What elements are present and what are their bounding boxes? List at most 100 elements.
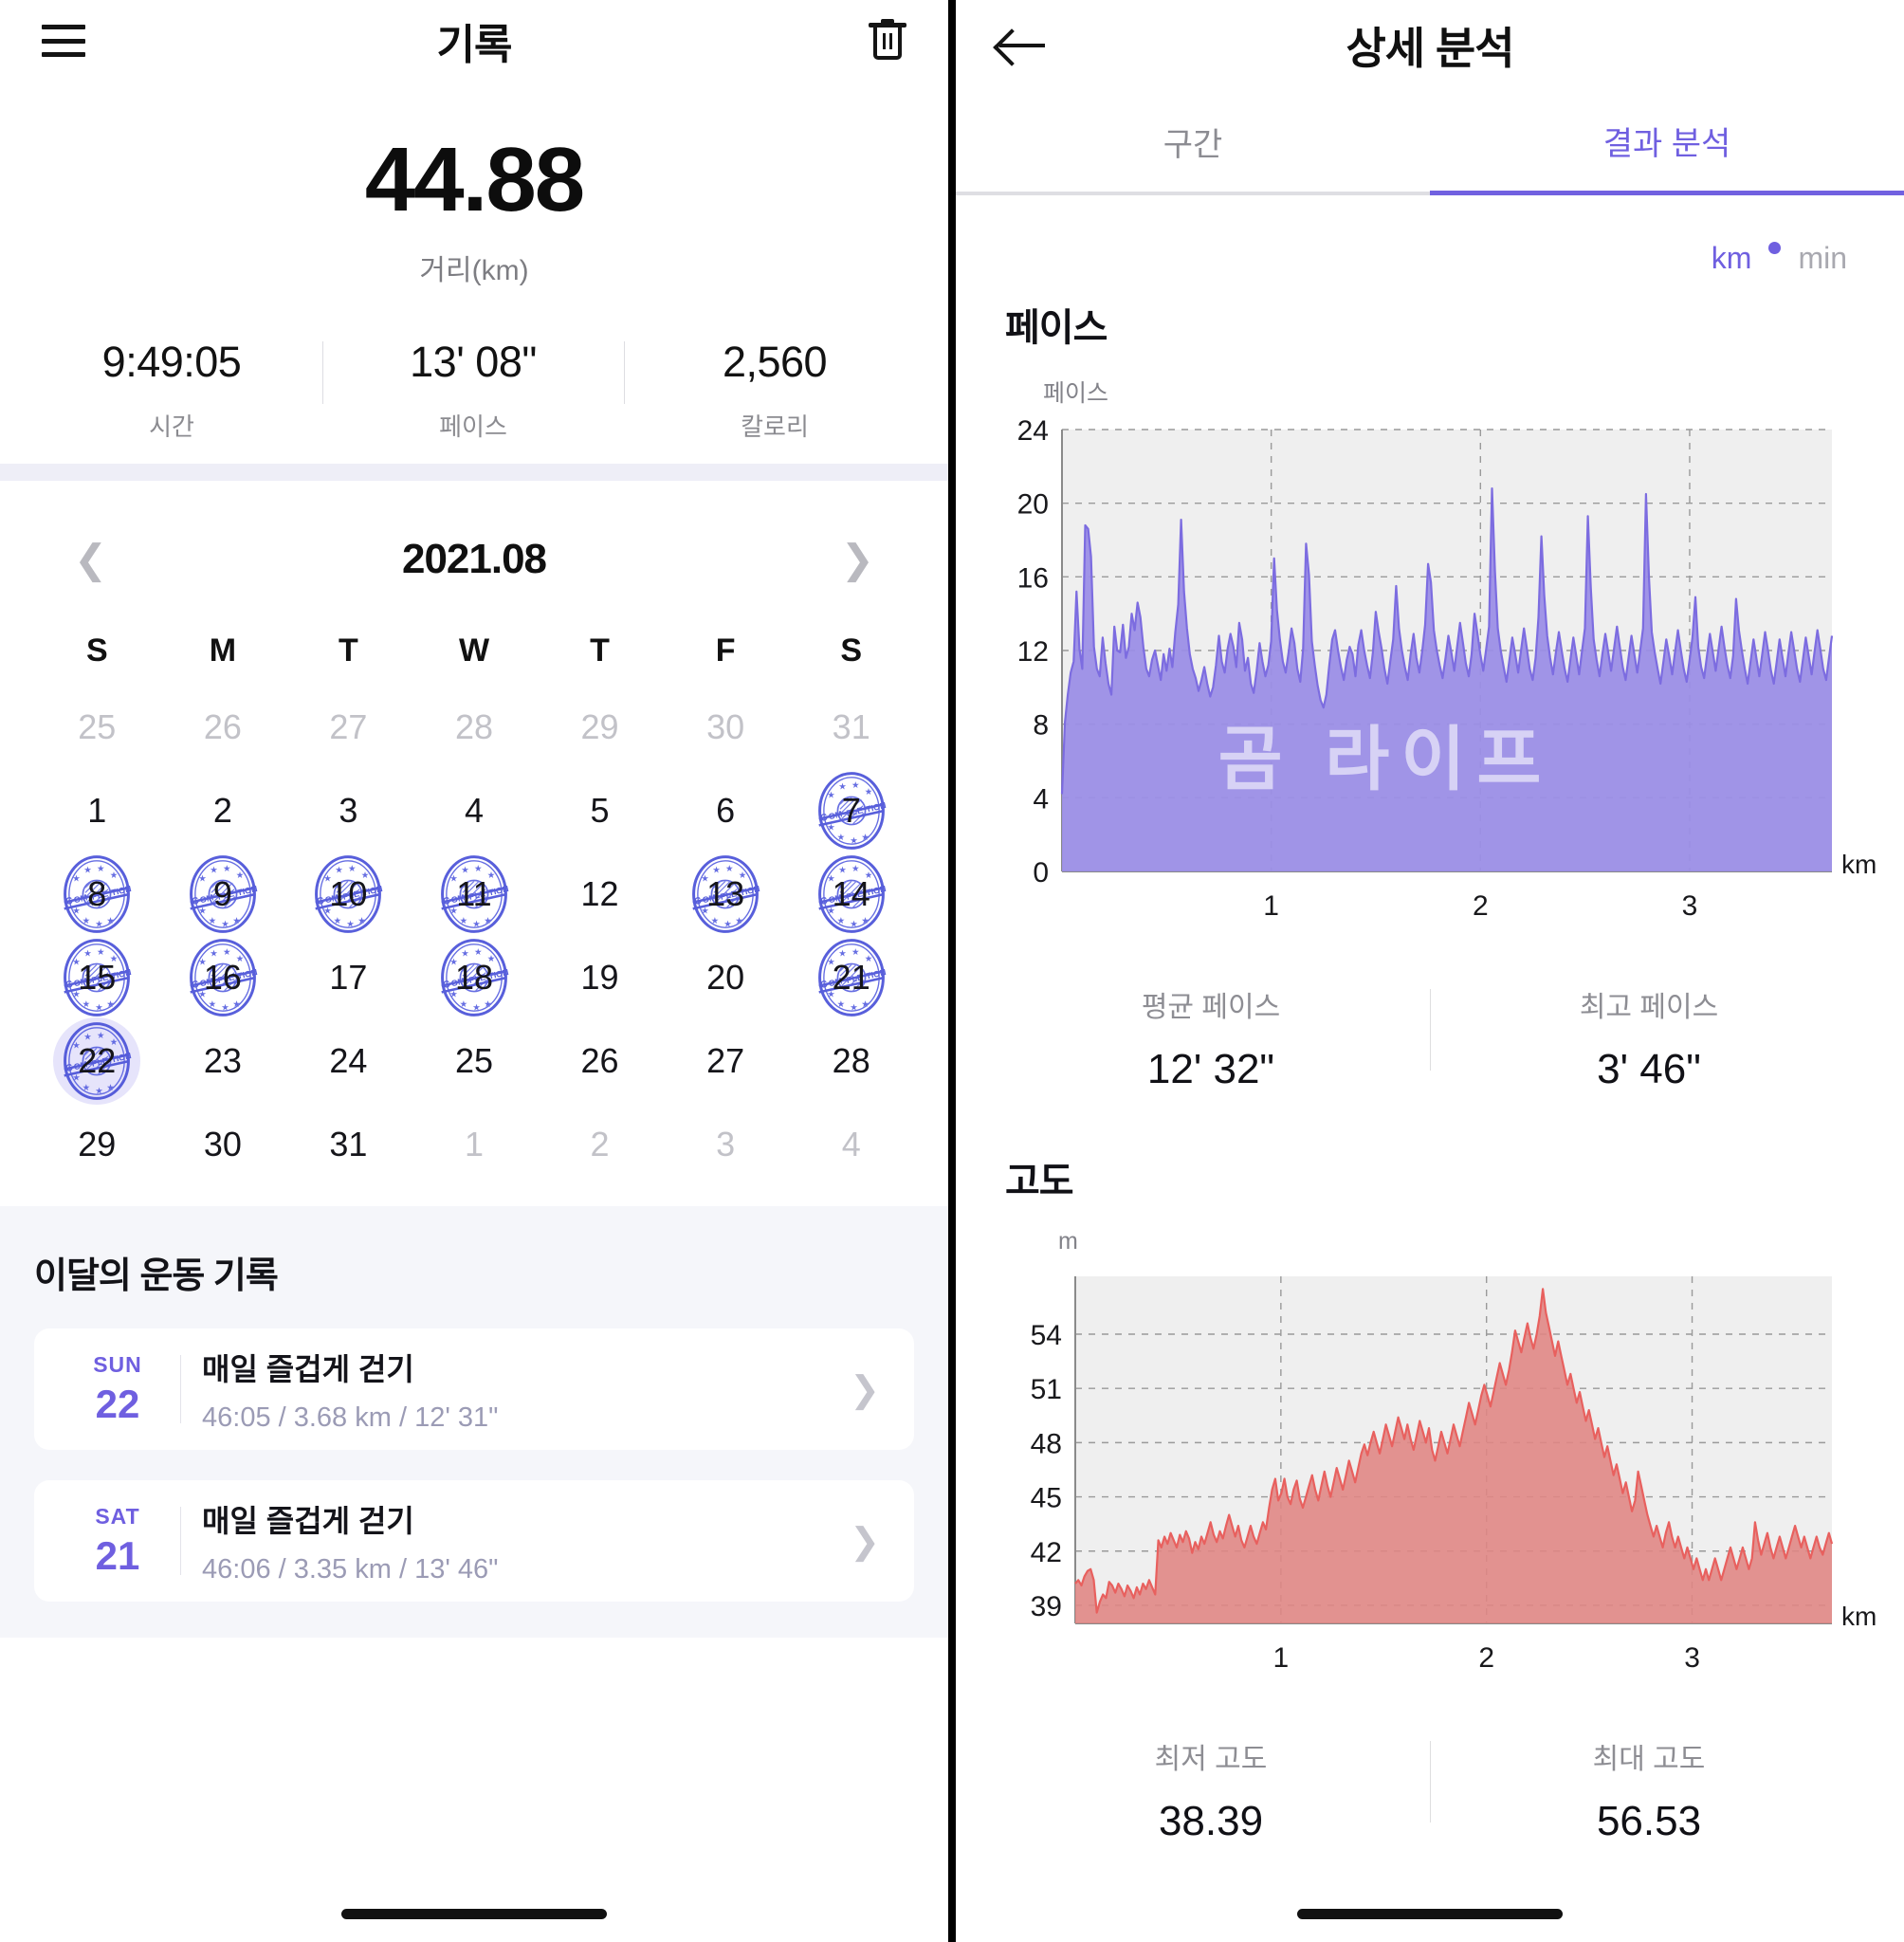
calendar-day-17[interactable]: 17 <box>285 939 412 1017</box>
calendar-day-28[interactable]: 28 <box>788 1022 914 1100</box>
calendar-day-4[interactable]: 4 <box>412 772 538 850</box>
calendar-dow-5: F <box>715 632 736 669</box>
calendar-day-19[interactable]: 19 <box>537 939 663 1017</box>
calendar-day-2[interactable]: 2 <box>537 1106 663 1183</box>
calendar-day-16[interactable]: C OM PLE TION ★ ★ ★ ★ ★ ★ ★ ★ 16 <box>160 939 286 1017</box>
calendar-day-4[interactable]: 4 <box>788 1106 914 1183</box>
svg-text:★: ★ <box>82 915 90 925</box>
calendar-day-24[interactable]: 24 <box>285 1022 412 1100</box>
record-card[interactable]: SUN 22 매일 즐겁게 걷기 46:05 / 3.68 km / 12' 31" ❯ <box>34 1328 914 1450</box>
chevron-right-icon[interactable]: ❯ <box>841 540 874 579</box>
elevation-section-title: 고도 <box>1005 1161 1074 1202</box>
calendar-day-26[interactable]: 26 <box>537 1022 663 1100</box>
calendar-day-number: 7 <box>841 791 861 830</box>
calendar-day-31[interactable]: 31 <box>788 688 914 766</box>
svg-text:20: 20 <box>1017 489 1049 521</box>
calendar-day-11[interactable]: C OM PLE TION ★ ★ ★ ★ ★ ★ ★ ★ 11 <box>412 855 538 933</box>
calendar-day-number: 29 <box>580 707 619 746</box>
svg-text:48: 48 <box>1031 1428 1062 1459</box>
calendar-day-1[interactable]: 1 <box>34 772 160 850</box>
record-weekday: SUN <box>93 1351 142 1377</box>
tab-result-analysis[interactable]: 결과 분석 <box>1430 91 1904 195</box>
svg-text:★: ★ <box>96 1001 103 1012</box>
calendar-day-8[interactable]: C OM PLE TION ★ ★ ★ ★ ★ ★ ★ ★ 8 <box>34 855 160 933</box>
calendar-day-number: 31 <box>329 1125 368 1163</box>
calendar-day-6[interactable]: 6 <box>663 772 789 850</box>
chevron-left-icon[interactable]: ❮ <box>74 540 107 579</box>
calendar-day-26[interactable]: 26 <box>160 688 286 766</box>
calendar-day-27[interactable]: 27 <box>663 1022 789 1100</box>
calendar-day-number: 25 <box>454 1041 494 1080</box>
total-distance-value: 44.88 <box>364 129 585 230</box>
svg-text:km: km <box>1841 850 1877 879</box>
unit-separator-dot <box>1768 242 1782 254</box>
record-card[interactable]: SAT 21 매일 즐겁게 걷기 46:06 / 3.35 km / 13' 46" ❯ <box>34 1480 914 1602</box>
unit-toggle[interactable]: km min <box>956 195 1904 276</box>
home-indicator <box>0 1909 948 1919</box>
calendar-dow-4: T <box>590 632 610 669</box>
calendar-day-30[interactable]: 30 <box>663 688 789 766</box>
calendar-day-30[interactable]: 30 <box>160 1106 286 1183</box>
unit-min[interactable]: min <box>1798 241 1847 276</box>
calendar-day-number: 16 <box>203 958 242 997</box>
calendar-day-number: 25 <box>78 707 117 746</box>
avg-pace-stat: 평균 페이스 12' 32" <box>992 983 1430 1093</box>
calendar-day-15[interactable]: C OM PLE TION ★ ★ ★ ★ ★ ★ ★ ★ 15 <box>34 939 160 1017</box>
calendar-day-29[interactable]: 29 <box>34 1106 160 1183</box>
calendar-week-row: 25 26 27 28 29 30 31 <box>34 688 914 766</box>
calendar-day-21[interactable]: C OM PLE TION ★ ★ ★ ★ ★ ★ ★ ★ 21 <box>788 939 914 1017</box>
calendar-day-2[interactable]: 2 <box>160 772 286 850</box>
calendar-day-12[interactable]: 12 <box>537 855 663 933</box>
svg-text:★: ★ <box>347 918 355 928</box>
calendar-day-14[interactable]: C OM PLE TION ★ ★ ★ ★ ★ ★ ★ ★ 14 <box>788 855 914 933</box>
calendar-day-3[interactable]: 3 <box>285 772 412 850</box>
calendar-day-23[interactable]: 23 <box>160 1022 286 1100</box>
records-screen: 기록 44.88 거리(km) 9:49:05 시간 13' 08" 페이스 2… <box>0 0 948 1942</box>
tab-sections[interactable]: 구간 <box>956 91 1430 195</box>
calendar-day-29[interactable]: 29 <box>537 688 663 766</box>
calendar-day-1[interactable]: 1 <box>412 1106 538 1183</box>
trash-icon[interactable] <box>869 19 906 63</box>
calendar-day-number: 3 <box>339 791 358 830</box>
calendar-day-number: 4 <box>841 1125 861 1163</box>
calendar-day-18[interactable]: C OM PLE TION ★ ★ ★ ★ ★ ★ ★ ★ 18 <box>412 939 538 1017</box>
calendar-day-22[interactable]: C OM PLE TION ★ ★ ★ ★ ★ ★ ★ ★ 22 <box>34 1017 160 1105</box>
calendar-day-20[interactable]: 20 <box>663 939 789 1017</box>
min-elevation-label: 최저 고도 <box>1154 1744 1268 1775</box>
calendar-day-27[interactable]: 27 <box>285 688 412 766</box>
summary-section: 44.88 거리(km) 9:49:05 시간 13' 08" 페이스 2,56… <box>0 82 948 464</box>
calendar-day-number: 27 <box>706 1041 745 1080</box>
stat-pace-label: 페이스 <box>439 412 507 441</box>
calendar-day-7[interactable]: C OM PLE TION ★ ★ ★ ★ ★ ★ ★ ★ 7 <box>788 772 914 850</box>
record-body: 매일 즐겁게 걷기 46:06 / 3.35 km / 13' 46" <box>202 1497 850 1585</box>
svg-text:★: ★ <box>107 998 115 1009</box>
svg-text:★: ★ <box>735 915 742 925</box>
record-detail: 46:05 / 3.68 km / 12' 31" <box>202 1402 499 1433</box>
calendar-day-number: 1 <box>87 791 107 830</box>
calendar-day-number: 3 <box>716 1125 736 1163</box>
svg-text:1: 1 <box>1273 1642 1290 1674</box>
svg-text:★: ★ <box>107 915 115 925</box>
calendar-day-number: 5 <box>590 791 610 830</box>
unit-km[interactable]: km <box>1712 241 1752 276</box>
calendar-day-5[interactable]: 5 <box>537 772 663 850</box>
calendar-day-number: 6 <box>716 791 736 830</box>
chevron-right-icon[interactable]: ❯ <box>850 1368 889 1411</box>
calendar-day-25[interactable]: 25 <box>412 1022 538 1100</box>
chevron-right-icon[interactable]: ❯ <box>850 1520 889 1563</box>
calendar-day-3[interactable]: 3 <box>663 1106 789 1183</box>
calendar-day-number: 26 <box>203 707 242 746</box>
svg-text:★: ★ <box>474 863 482 873</box>
max-elevation-value: 56.53 <box>1596 1798 1702 1844</box>
avg-pace-label: 평균 페이스 <box>1141 992 1281 1023</box>
calendar-day-28[interactable]: 28 <box>412 688 538 766</box>
calendar-day-10[interactable]: C OM PLE TION ★ ★ ★ ★ ★ ★ ★ ★ 10 <box>285 855 412 933</box>
record-body: 매일 즐겁게 걷기 46:05 / 3.68 km / 12' 31" <box>202 1346 850 1434</box>
calendar-day-25[interactable]: 25 <box>34 688 160 766</box>
calendar-day-9[interactable]: C OM PLE TION ★ ★ ★ ★ ★ ★ ★ ★ 9 <box>160 855 286 933</box>
svg-text:★: ★ <box>851 946 859 957</box>
calendar-day-31[interactable]: 31 <box>285 1106 412 1183</box>
calendar-day-number: 15 <box>78 958 117 997</box>
record-day: 21 <box>95 1532 140 1578</box>
calendar-day-13[interactable]: C OM PLE TION ★ ★ ★ ★ ★ ★ ★ ★ 13 <box>663 855 789 933</box>
